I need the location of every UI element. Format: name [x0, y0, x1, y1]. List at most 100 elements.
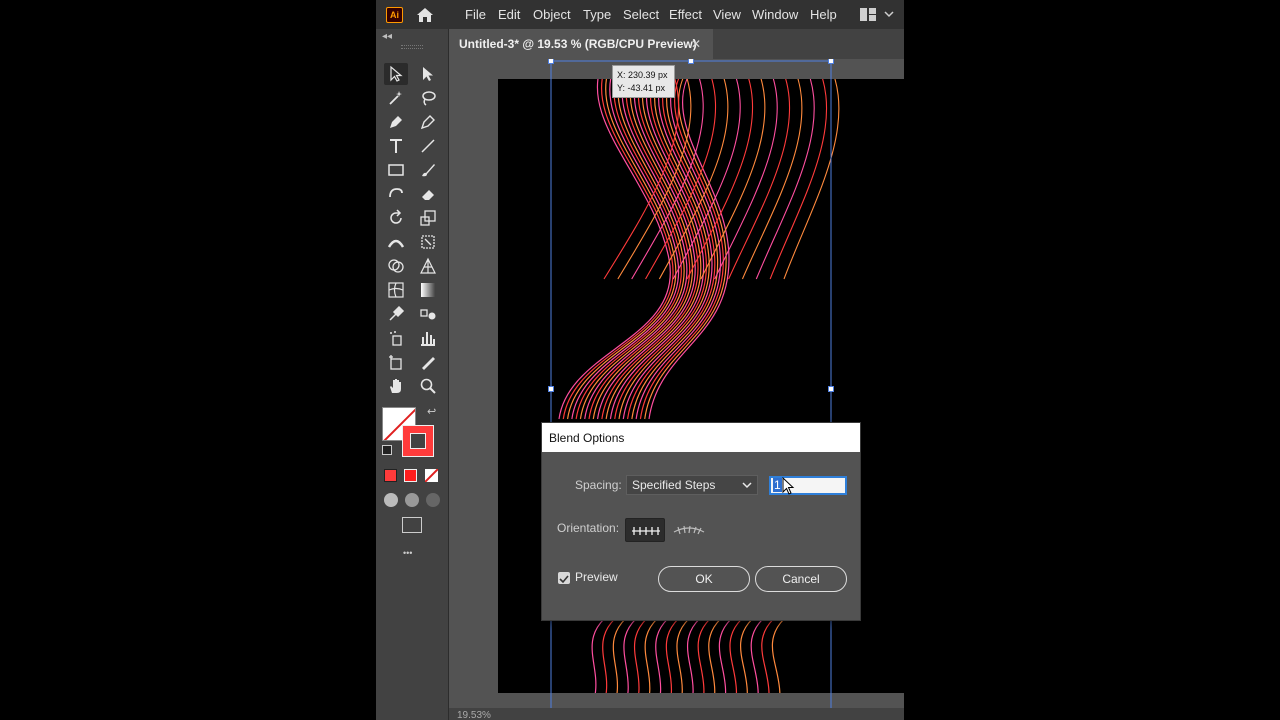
chevron-down-icon[interactable]: [884, 9, 894, 19]
menu-effect[interactable]: Effect: [669, 7, 702, 22]
magic-wand-tool-icon[interactable]: [384, 87, 408, 109]
tooltip-y: Y: -43.41 px: [617, 83, 666, 93]
color-mode-icon[interactable]: [384, 469, 397, 482]
spacing-label: Spacing:: [575, 478, 622, 492]
preview-checkbox[interactable]: [558, 572, 570, 584]
spacing-dropdown[interactable]: Specified Steps: [626, 475, 758, 495]
gradient-mode-icon[interactable]: [404, 469, 417, 482]
resize-handle[interactable]: [548, 59, 554, 64]
coordinate-tooltip: X: 230.39 px Y: -43.41 px: [612, 65, 675, 98]
hand-tool-icon[interactable]: [384, 375, 408, 397]
free-transform-tool-icon[interactable]: [416, 231, 440, 253]
width-tool-icon[interactable]: [384, 231, 408, 253]
zoom-level[interactable]: 19.53%: [457, 710, 491, 720]
blend-options-dialog: Blend Options Spacing: Specified Steps 1…: [541, 422, 861, 621]
blend-stroke: [687, 618, 700, 693]
mesh-tool-icon[interactable]: [384, 279, 408, 301]
paintbrush-tool-icon[interactable]: [416, 159, 440, 181]
checkmark-icon: [559, 575, 569, 584]
perspective-grid-tool-icon[interactable]: [416, 255, 440, 277]
steps-value: 1: [773, 478, 782, 492]
resize-handle[interactable]: [688, 59, 694, 64]
lasso-tool-icon[interactable]: [416, 87, 440, 109]
shape-builder-tool-icon[interactable]: [384, 255, 408, 277]
close-icon[interactable]: ✕: [691, 37, 701, 51]
align-to-path-icon: [673, 525, 705, 535]
blend-stroke: [750, 618, 764, 693]
tooltip-x: X: 230.39 px: [617, 70, 668, 80]
more-tools-icon[interactable]: •••: [403, 548, 412, 558]
slice-tool-icon[interactable]: [416, 351, 440, 373]
blend-stroke: [558, 79, 671, 420]
draw-normal-icon[interactable]: [384, 493, 398, 507]
cancel-button[interactable]: Cancel: [755, 566, 847, 592]
collapse-panel-icon[interactable]: ◂◂: [382, 31, 392, 42]
artboard-tool-icon[interactable]: [384, 351, 408, 373]
eyedropper-tool-icon[interactable]: [384, 303, 408, 325]
workspace-switcher-icon[interactable]: [860, 8, 876, 21]
blend-stroke: [769, 79, 827, 280]
eraser-tool-icon[interactable]: [416, 183, 440, 205]
menu-object[interactable]: Object: [533, 7, 571, 22]
blend-stroke: [714, 79, 778, 280]
symbol-sprayer-tool-icon[interactable]: [384, 327, 408, 349]
blend-stroke: [728, 79, 790, 280]
blend-stroke: [602, 618, 616, 693]
chevron-down-icon: [742, 482, 752, 489]
align-to-page-button[interactable]: [625, 518, 665, 542]
ok-button[interactable]: OK: [658, 566, 750, 592]
menu-view[interactable]: View: [713, 7, 741, 22]
blend-stroke: [648, 79, 730, 420]
screen-mode-icon[interactable]: [402, 517, 422, 533]
none-mode-icon[interactable]: [425, 469, 438, 482]
blend-stroke: [676, 618, 690, 693]
direct-selection-tool-icon[interactable]: [416, 63, 440, 85]
menu-file[interactable]: File: [465, 7, 486, 22]
home-icon[interactable]: [416, 6, 434, 24]
dialog-titlebar[interactable]: Blend Options: [542, 423, 860, 452]
blend-tool-icon[interactable]: [416, 303, 440, 325]
blend-stroke: [644, 618, 658, 693]
menu-bar: Ai File Edit Object Type Select Effect V…: [376, 0, 904, 29]
shaper-tool-icon[interactable]: [384, 183, 408, 205]
tools-panel: ◂◂ ↩ •••: [376, 29, 449, 720]
document-tab[interactable]: Untitled-3* @ 19.53 % (RGB/CPU Preview) …: [449, 29, 713, 59]
align-to-page-icon: [632, 527, 660, 535]
blend-stroke: [665, 618, 679, 693]
scale-tool-icon[interactable]: [416, 207, 440, 229]
align-to-path-button[interactable]: [669, 518, 709, 542]
menu-help[interactable]: Help: [810, 7, 837, 22]
curvature-tool-icon[interactable]: [416, 111, 440, 133]
menu-select[interactable]: Select: [623, 7, 659, 22]
orientation-label: Orientation:: [557, 521, 620, 535]
rectangle-tool-icon[interactable]: [384, 159, 408, 181]
draw-behind-icon[interactable]: [405, 493, 419, 507]
line-tool-icon[interactable]: [416, 135, 440, 157]
menu-edit[interactable]: Edit: [498, 7, 520, 22]
blend-stroke: [761, 618, 774, 693]
resize-handle[interactable]: [548, 386, 554, 392]
resize-handle[interactable]: [828, 59, 834, 64]
zoom-tool-icon[interactable]: [416, 375, 440, 397]
steps-input[interactable]: 1: [769, 476, 847, 495]
blend-stroke: [708, 618, 721, 693]
stroke-swatch[interactable]: [402, 425, 434, 457]
draw-inside-icon[interactable]: [426, 493, 440, 507]
swap-fill-stroke-icon[interactable]: ↩: [427, 405, 436, 418]
blend-stroke: [729, 618, 743, 693]
document-tab-bar: Untitled-3* @ 19.53 % (RGB/CPU Preview) …: [449, 29, 904, 59]
blend-stroke: [591, 618, 605, 693]
default-fill-stroke-icon[interactable]: [382, 445, 392, 455]
resize-handle[interactable]: [828, 386, 834, 392]
panel-grip[interactable]: [401, 45, 423, 49]
menu-type[interactable]: Type: [583, 7, 611, 22]
rotate-tool-icon[interactable]: [384, 207, 408, 229]
preview-label[interactable]: Preview: [575, 570, 618, 584]
type-tool-icon[interactable]: [384, 135, 408, 157]
menu-window[interactable]: Window: [752, 7, 798, 22]
selection-tool-icon[interactable]: [384, 63, 408, 85]
gradient-tool-icon[interactable]: [416, 279, 440, 301]
column-graph-tool-icon[interactable]: [416, 327, 440, 349]
pen-tool-icon[interactable]: [384, 111, 408, 133]
illustrator-logo: Ai: [386, 7, 403, 23]
